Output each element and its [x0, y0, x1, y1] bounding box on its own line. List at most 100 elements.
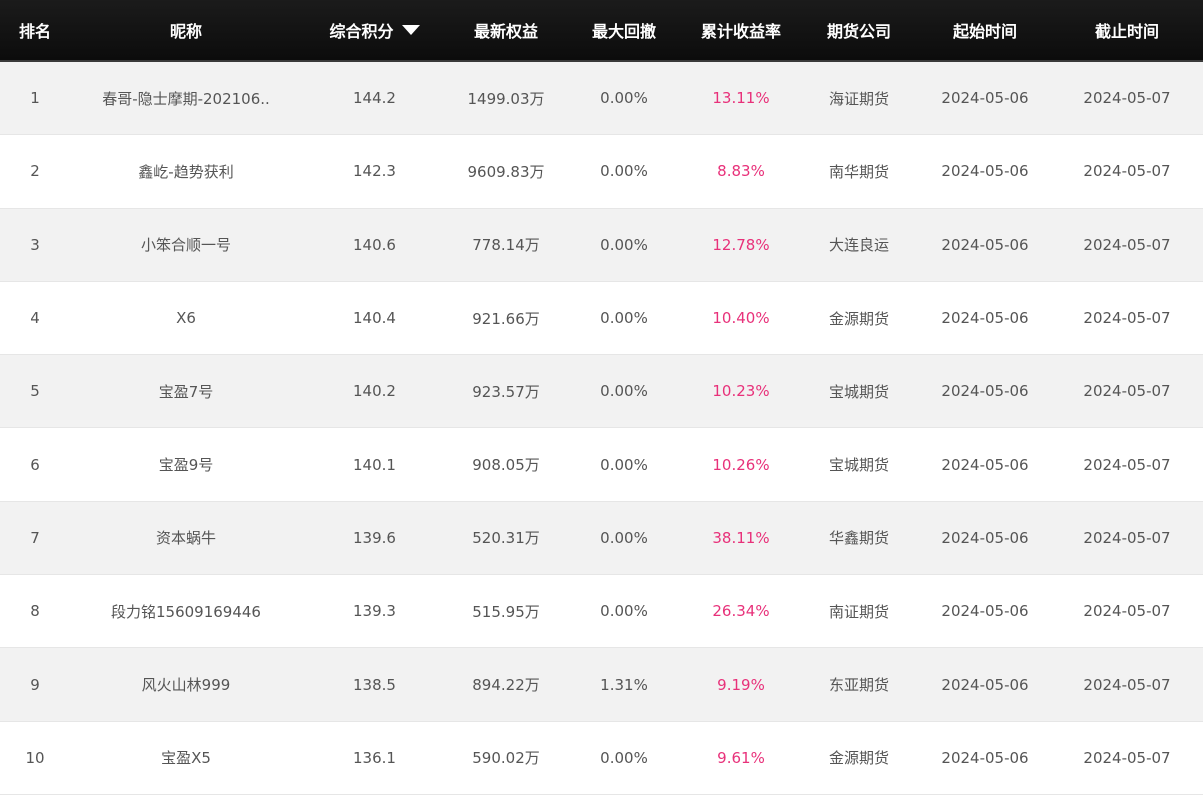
score-cell: 140.2 — [353, 382, 396, 401]
drawdown-cell: 0.00% — [600, 455, 648, 474]
nickname-cell[interactable]: 春哥-隐士摩期-202106.. — [70, 88, 302, 109]
start-date-cell: 2024-05-06 — [941, 382, 1029, 401]
score-cell: 136.1 — [353, 748, 396, 767]
rank-cell: 4 — [30, 309, 40, 328]
equity-cell: 778.14万 — [472, 236, 540, 255]
start-date-cell: 2024-05-06 — [941, 89, 1029, 108]
return-cell: 10.40% — [712, 309, 770, 328]
nickname-cell[interactable]: 宝盈9号 — [70, 454, 302, 475]
company-cell: 海证期货 — [828, 89, 889, 108]
nickname-cell[interactable]: 资本蜗牛 — [70, 527, 302, 548]
rank-cell: 6 — [30, 455, 40, 474]
end-date-cell: 2024-05-07 — [1083, 162, 1171, 181]
end-date-cell: 2024-05-07 — [1083, 675, 1171, 694]
header-score-sort[interactable]: 综合积分 — [302, 0, 447, 60]
start-date-cell: 2024-05-06 — [941, 309, 1029, 328]
drawdown-cell: 0.00% — [600, 162, 648, 181]
table-row[interactable]: 4 X6 140.4 921.66万 0.00% 10.40% 金源期货 2024-05-06… — [0, 281, 1203, 356]
header-start[interactable]: 起始时间 — [919, 0, 1051, 60]
end-date-cell: 2024-05-07 — [1083, 235, 1171, 254]
start-date-cell: 2024-05-06 — [941, 675, 1029, 694]
drawdown-cell: 0.00% — [600, 748, 648, 767]
company-cell: 宝城期货 — [828, 382, 889, 401]
drawdown-cell: 0.00% — [600, 89, 648, 108]
drawdown-cell: 0.00% — [600, 528, 648, 547]
table-row[interactable]: 8 段力铭15609169446 139.3 515.95万 0.00% 26.34% 南证… — [0, 575, 1203, 649]
header-company-label: 期货公司 — [826, 22, 891, 41]
start-date-cell: 2024-05-06 — [941, 528, 1029, 547]
header-rank-label: 排名 — [18, 22, 51, 41]
header-company[interactable]: 期货公司 — [799, 0, 919, 60]
company-cell: 金源期货 — [828, 309, 889, 328]
start-date-cell: 2024-05-06 — [941, 162, 1029, 181]
equity-cell: 590.02万 — [472, 749, 540, 768]
end-date-cell: 2024-05-07 — [1083, 382, 1171, 401]
header-rank[interactable]: 排名 — [0, 0, 70, 60]
header-drawdown[interactable]: 最大回撤 — [565, 0, 683, 60]
header-equity[interactable]: 最新权益 — [447, 0, 565, 60]
table-row[interactable]: 2 鑫屹-趋势获利 142.3 9609.83万 0.00% 8.83% 南华期货 2024-… — [0, 135, 1203, 209]
company-cell: 宝城期货 — [828, 456, 889, 475]
score-cell: 142.3 — [353, 162, 396, 181]
table-row[interactable]: 5 宝盈7号 140.2 923.57万 0.00% 10.23% 宝城期货 2024-05-… — [0, 355, 1203, 429]
nickname-cell[interactable]: 鑫屹-趋势获利 — [70, 161, 302, 182]
header-nickname-label: 昵称 — [169, 22, 202, 41]
nickname-cell[interactable]: 小笨合顺一号 — [70, 234, 302, 255]
return-cell: 10.26% — [712, 455, 770, 474]
return-cell: 8.83% — [717, 162, 765, 181]
return-cell: 10.23% — [712, 382, 770, 401]
rank-cell: 2 — [30, 162, 40, 181]
header-return[interactable]: 累计收益率 — [683, 0, 799, 60]
company-cell: 东亚期货 — [828, 676, 889, 695]
company-cell: 大连良运 — [828, 236, 889, 255]
nickname-cell[interactable]: 段力铭15609169446 — [70, 601, 302, 622]
drawdown-cell: 0.00% — [600, 235, 648, 254]
nickname-cell[interactable]: X6 — [70, 309, 302, 327]
drawdown-cell: 0.00% — [600, 309, 648, 328]
header-score-label: 综合积分 — [329, 22, 394, 41]
start-date-cell: 2024-05-06 — [941, 748, 1029, 767]
table-row[interactable]: 7 资本蜗牛 139.6 520.31万 0.00% 38.11% 华鑫期货 2024-05-… — [0, 501, 1203, 576]
sort-descending-icon[interactable] — [401, 25, 420, 35]
equity-cell: 921.66万 — [472, 309, 540, 328]
score-cell: 140.4 — [353, 309, 396, 328]
end-date-cell: 2024-05-07 — [1083, 528, 1171, 547]
rank-cell: 5 — [30, 382, 40, 401]
nickname-cell[interactable]: 风火山林999 — [70, 674, 302, 695]
end-date-cell: 2024-05-07 — [1083, 89, 1171, 108]
table-body: 1 春哥-隐士摩期-202106.. 144.2 1499.03万 0.00% 13.11… — [0, 62, 1203, 795]
equity-cell: 894.22万 — [472, 676, 540, 695]
score-cell: 140.1 — [353, 455, 396, 474]
drawdown-cell: 0.00% — [600, 382, 648, 401]
company-cell: 南证期货 — [828, 602, 889, 621]
nickname-cell[interactable]: 宝盈X5 — [70, 747, 302, 768]
nickname-cell[interactable]: 宝盈7号 — [70, 381, 302, 402]
score-cell: 139.6 — [353, 528, 396, 547]
end-date-cell: 2024-05-07 — [1083, 748, 1171, 767]
return-cell: 9.61% — [717, 748, 765, 767]
start-date-cell: 2024-05-06 — [941, 602, 1029, 621]
header-end[interactable]: 截止时间 — [1051, 0, 1203, 60]
table-row[interactable]: 6 宝盈9号 140.1 908.05万 0.00% 10.26% 宝城期货 2024-05-… — [0, 428, 1203, 502]
return-cell: 26.34% — [712, 602, 770, 621]
equity-cell: 515.95万 — [472, 602, 540, 621]
equity-cell: 1499.03万 — [467, 89, 545, 108]
drawdown-cell: 1.31% — [600, 675, 648, 694]
company-cell: 金源期货 — [828, 749, 889, 768]
end-date-cell: 2024-05-07 — [1083, 455, 1171, 474]
rank-cell: 9 — [30, 675, 40, 694]
score-cell: 138.5 — [353, 675, 396, 694]
table-row[interactable]: 3 小笨合顺一号 140.6 778.14万 0.00% 12.78% 大连良运 2024-0… — [0, 208, 1203, 282]
rank-cell: 10 — [25, 748, 45, 767]
table-row[interactable]: 10 宝盈X5 136.1 590.02万 0.00% 9.61% 金源期货 2024-05-… — [0, 721, 1203, 795]
rank-cell: 8 — [30, 602, 40, 621]
score-cell: 144.2 — [353, 89, 396, 108]
table-row[interactable]: 9 风火山林999 138.5 894.22万 1.31% 9.19% 东亚期货 2024-0… — [0, 648, 1203, 722]
equity-cell: 520.31万 — [472, 529, 540, 548]
table-row[interactable]: 1 春哥-隐士摩期-202106.. 144.2 1499.03万 0.00% 13.11… — [0, 62, 1203, 136]
header-start-label: 起始时间 — [952, 22, 1017, 41]
header-return-label: 累计收益率 — [700, 22, 781, 41]
header-nickname[interactable]: 昵称 — [70, 0, 302, 60]
start-date-cell: 2024-05-06 — [941, 455, 1029, 474]
rank-cell: 3 — [30, 235, 40, 254]
